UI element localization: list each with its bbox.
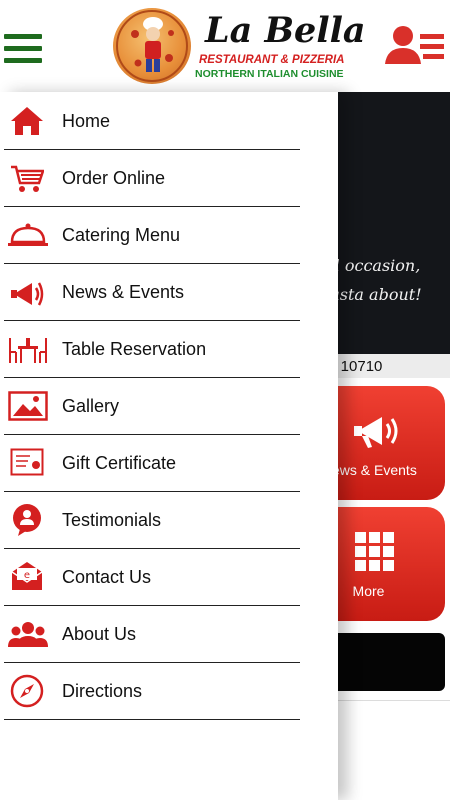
menu-item-gallery[interactable]: Gallery xyxy=(4,377,300,435)
app-header: La Bella RESTAURANT & PIZZERIA NORTHERN … xyxy=(0,0,450,92)
megaphone-icon xyxy=(11,282,44,306)
menu-item-table-reservation[interactable]: Table Reservation xyxy=(4,320,300,378)
menu-item-label: Contact Us xyxy=(62,567,152,587)
menu-item-order-online[interactable]: Order Online xyxy=(4,149,300,207)
people-icon xyxy=(8,622,48,647)
menu-item-label: Directions xyxy=(62,681,143,701)
menu-item-label: Home xyxy=(62,111,111,131)
home-icon xyxy=(11,107,43,135)
menu-item-news-events[interactable]: News & Events xyxy=(4,263,300,321)
menu-item-label: Testimonials xyxy=(62,510,162,530)
logo-title: La Bella xyxy=(205,10,366,51)
hamburger-menu-icon[interactable] xyxy=(4,34,42,64)
menu-item-label: News & Events xyxy=(62,282,185,302)
divider xyxy=(338,700,450,701)
cloche-icon xyxy=(8,223,48,246)
certificate-icon xyxy=(10,448,44,476)
svg-text:e: e xyxy=(24,570,30,581)
menu-item-contact-us[interactable]: e Contact Us xyxy=(4,548,300,606)
menu-item-label: Catering Menu xyxy=(62,225,181,245)
menu-item-gift-certificate[interactable]: Gift Certificate xyxy=(4,434,300,492)
news-events-tile-label: ews & Events xyxy=(332,462,417,478)
menu-item-label: Gift Certificate xyxy=(62,453,177,473)
testimonial-icon xyxy=(13,504,41,536)
user-menu-icon[interactable] xyxy=(385,24,445,68)
menu-item-label: Table Reservation xyxy=(62,339,207,359)
logo-subtitle: RESTAURANT & PIZZERIA xyxy=(199,54,345,66)
envelope-icon: e xyxy=(11,562,43,590)
menu-item-label: Gallery xyxy=(62,396,120,416)
logo-tagline: NORTHERN ITALIAN CUISINE xyxy=(195,68,344,80)
chef-logo-icon xyxy=(113,8,191,84)
menu-item-catering-menu[interactable]: Catering Menu xyxy=(4,206,300,264)
dining-table-icon xyxy=(9,338,47,363)
menu-item-home[interactable]: Home xyxy=(4,92,300,150)
cart-icon xyxy=(11,165,44,192)
image-icon xyxy=(8,391,48,421)
megaphone-icon xyxy=(354,417,398,448)
menu-item-about-us[interactable]: About Us xyxy=(4,605,300,663)
menu-item-directions[interactable]: Directions xyxy=(4,662,300,720)
logo[interactable]: La Bella RESTAURANT & PIZZERIA NORTHERN … xyxy=(113,8,366,84)
grid-icon xyxy=(355,532,394,571)
navigation-drawer: Home Order Online Catering Menu News & E… xyxy=(0,92,338,800)
menu-item-label: Order Online xyxy=(62,168,166,188)
menu-item-testimonials[interactable]: Testimonials xyxy=(4,491,300,549)
menu-item-label: About Us xyxy=(62,624,137,644)
compass-icon xyxy=(10,674,44,708)
